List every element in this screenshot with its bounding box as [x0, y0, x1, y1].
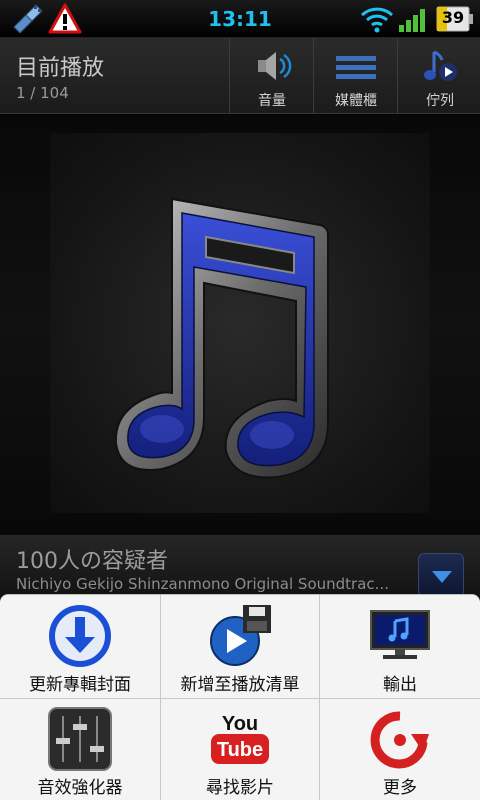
monitor-icon	[370, 610, 430, 659]
menu-item-output[interactable]: 輸出	[320, 595, 480, 698]
track-album: Nichiyo Gekijo Shinzanmono Original Soun…	[16, 575, 389, 593]
queue-icon	[424, 50, 457, 81]
menu-item-find-videos[interactable]: You Tube 尋找影片	[160, 698, 320, 800]
download-icon	[49, 605, 111, 667]
menu-item-label: 尋找影片	[206, 778, 274, 798]
menu-item-label: 新增至播放清單	[180, 675, 300, 695]
menu-item-label: 音效強化器	[37, 778, 123, 798]
menu-item-label: 輸出	[383, 675, 417, 695]
expand-button[interactable]	[418, 553, 464, 597]
album-art[interactable]	[50, 133, 430, 513]
menu-item-label: 更新專輯封面	[29, 675, 131, 695]
track-info: 100人の容疑者 Nichiyo Gekijo Shinzanmono Orig…	[0, 535, 480, 600]
volume-button[interactable]: 音量	[229, 38, 313, 114]
music-note-icon	[114, 197, 329, 479]
volume-label: 音量	[258, 93, 286, 109]
save-to-playlist-icon	[210, 605, 271, 666]
library-icon	[336, 56, 376, 79]
battery-level: 39	[441, 8, 465, 27]
now-playing-header: 目前播放 1 / 104 音量 媒體櫃 佇列	[0, 38, 480, 114]
queue-button[interactable]: 佇列	[397, 38, 480, 114]
svg-text:You: You	[222, 713, 258, 735]
library-button[interactable]: 媒體櫃	[313, 38, 397, 114]
library-label: 媒體櫃	[335, 93, 377, 109]
options-menu: 更新專輯封面 新增至播放清單 輸出 音效強化器 You Tube 尋找影片 更多	[0, 594, 480, 800]
more-icon	[370, 711, 429, 769]
equalizer-icon	[48, 707, 112, 771]
menu-item-add-to-playlist[interactable]: 新增至播放清單	[160, 595, 320, 698]
track-position: 1 / 104	[16, 84, 69, 102]
svg-text:Tube: Tube	[217, 739, 263, 761]
menu-item-sound-enhancer[interactable]: 音效強化器	[0, 698, 160, 800]
youtube-icon: You Tube	[211, 713, 269, 764]
menu-item-update-album-art[interactable]: 更新專輯封面	[0, 595, 160, 698]
speaker-icon	[258, 52, 292, 80]
queue-label: 佇列	[426, 93, 454, 109]
menu-item-label: 更多	[383, 778, 417, 798]
wifi-icon	[360, 7, 394, 33]
menu-item-more[interactable]: 更多	[320, 698, 480, 800]
status-bar: 13:11 39	[0, 0, 480, 38]
album-art-area	[0, 115, 480, 535]
page-title: 目前播放	[16, 56, 105, 81]
signal-icon	[399, 9, 425, 32]
track-title: 100人の容疑者	[16, 549, 168, 574]
chevron-down-icon	[432, 571, 452, 583]
